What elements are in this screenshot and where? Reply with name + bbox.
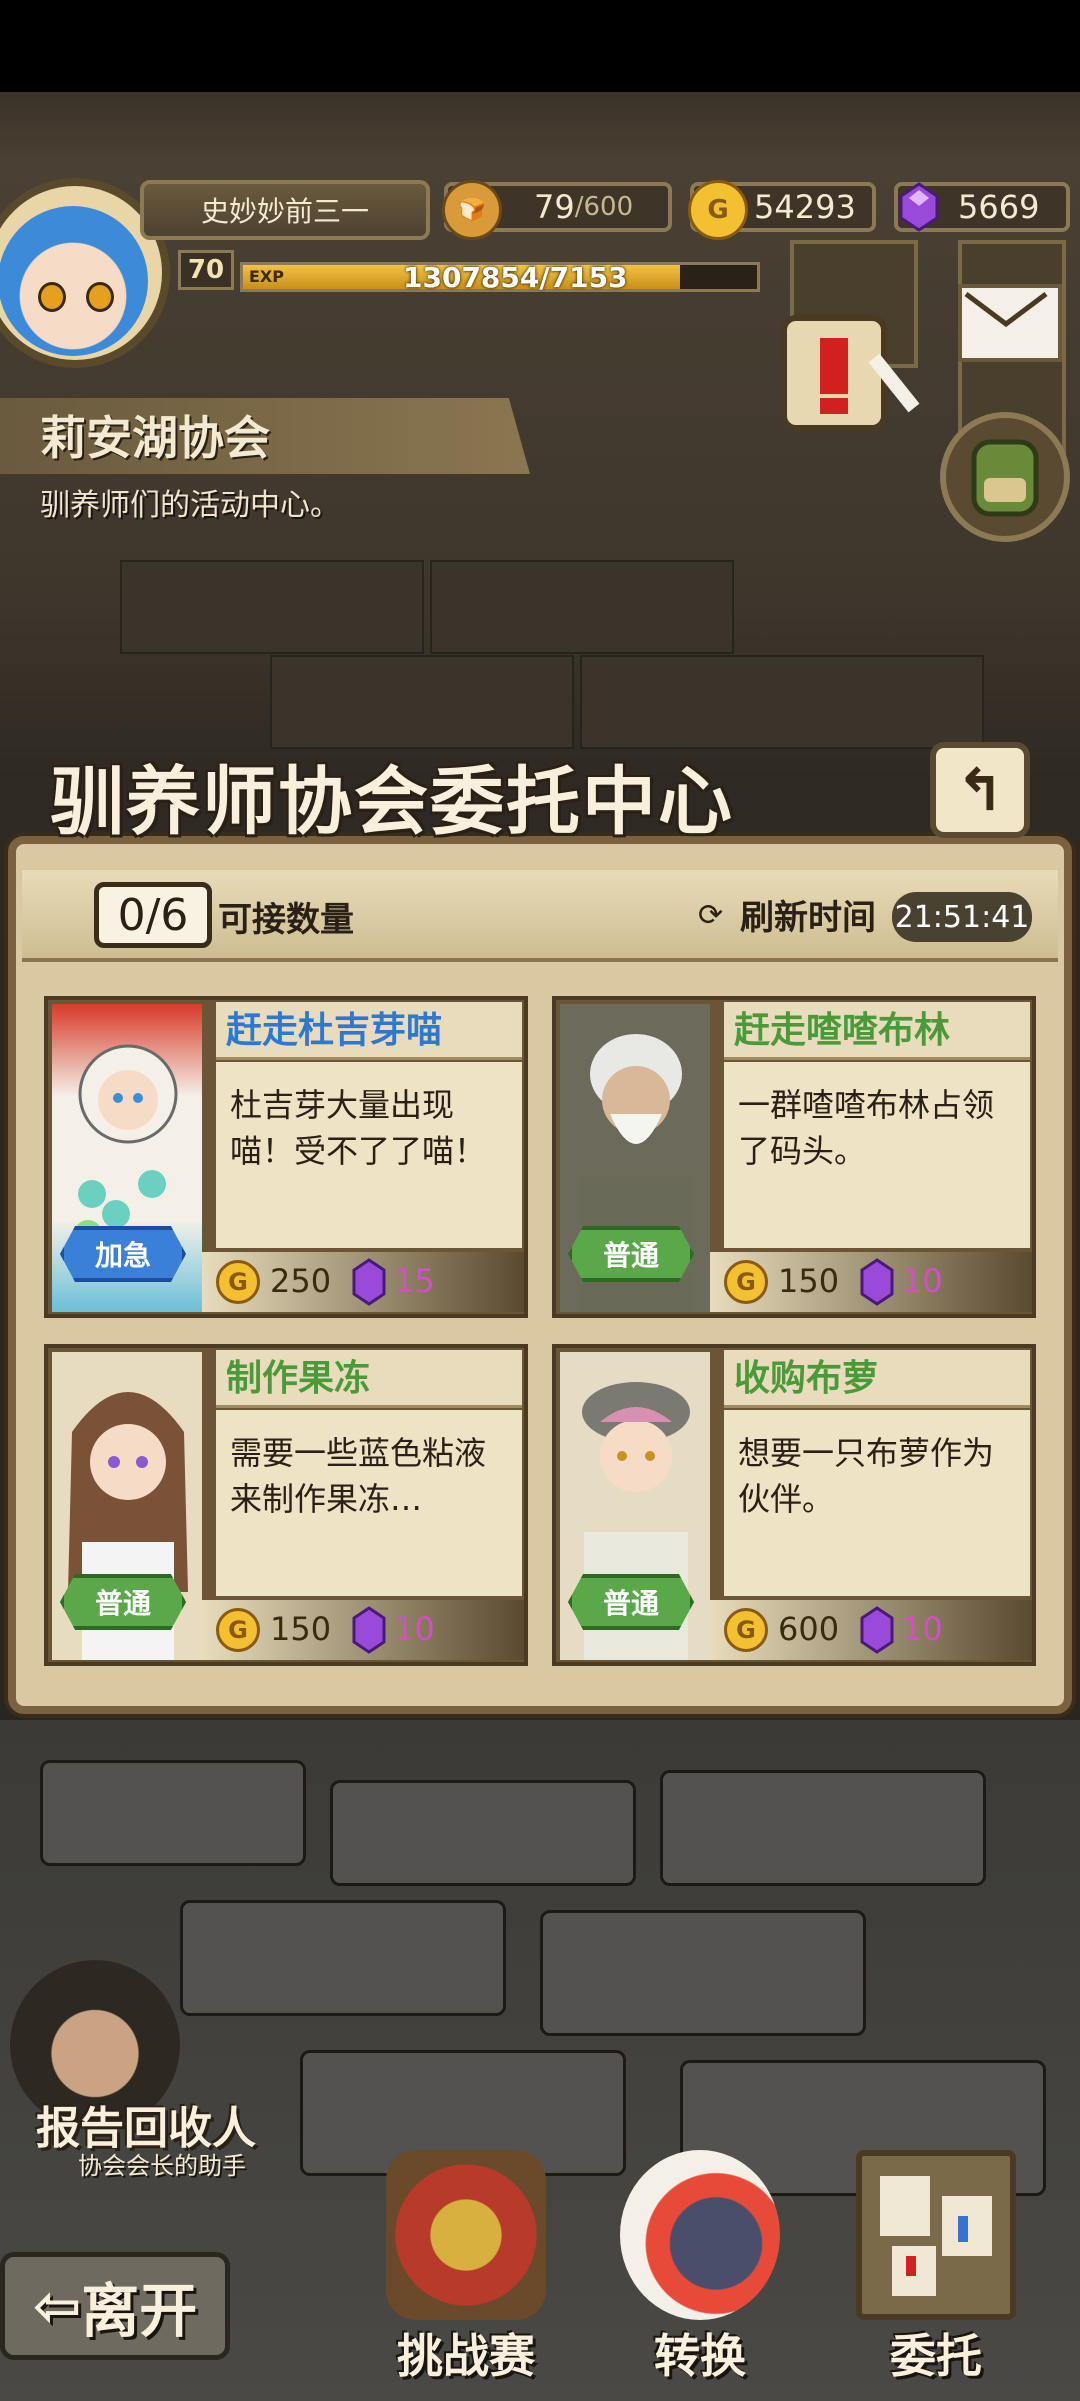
report-npc-subtitle: 协会会长的助手 xyxy=(78,2152,246,2180)
exp-text: 1307854/7153 xyxy=(403,261,628,294)
panel-title: 驯养师协会委托中心 xyxy=(50,759,734,845)
commission-card[interactable]: 普通 收购布萝 想要一只布萝作为伙伴。 G 600 10 xyxy=(552,1344,1036,1666)
client-portrait: 加急 xyxy=(52,1004,202,1312)
card-title: 制作果冻 xyxy=(216,1350,522,1408)
reward-gold: 150 xyxy=(778,1262,840,1300)
purple-gem-icon xyxy=(352,1606,386,1654)
leave-label: 离开 xyxy=(81,2277,198,2345)
card-reward: G 600 10 xyxy=(710,1600,1032,1660)
exp-tag: EXP xyxy=(249,267,284,286)
backpack-icon[interactable] xyxy=(940,412,1070,542)
gold-coin-icon: G xyxy=(724,1608,768,1652)
floor-stone xyxy=(660,1770,986,1886)
location-title: 莉安湖协会 xyxy=(40,411,270,465)
reward-gems: 10 xyxy=(394,1610,435,1648)
challenge-label: 挑战赛 xyxy=(397,2329,535,2383)
reward-gold: 600 xyxy=(778,1610,840,1648)
floor-stone xyxy=(40,1760,306,1866)
card-title: 赶走喳喳布林 xyxy=(724,1002,1030,1060)
floor-stone xyxy=(540,1910,866,2036)
client-portrait: 普通 xyxy=(52,1352,202,1660)
reward-gems: 10 xyxy=(902,1262,943,1300)
commission-label: 委托 xyxy=(890,2329,982,2383)
reward-gems: 10 xyxy=(902,1610,943,1648)
gold-coin-icon: G xyxy=(688,180,748,240)
commission-card[interactable]: 普通 制作果冻 需要一些蓝色粘液来制作果冻… G 150 10 xyxy=(44,1344,528,1666)
floor-stone xyxy=(330,1780,636,1886)
card-title: 收购布萝 xyxy=(724,1350,1030,1408)
gold-coin-icon: G xyxy=(216,1260,260,1304)
card-description: 需要一些蓝色粘液来制作果冻… xyxy=(216,1410,522,1596)
commission-button[interactable]: 委托 xyxy=(846,2150,1026,2383)
wall-brick xyxy=(270,655,574,749)
card-description: 想要一只布萝作为伙伴。 xyxy=(724,1410,1030,1596)
card-description: 杜吉芽大量出现喵！受不了了喵！ xyxy=(216,1062,522,1248)
commission-card[interactable]: 加急 赶走杜吉芽喵 杜吉芽大量出现喵！受不了了喵！ G 250 15 xyxy=(44,996,528,1318)
gold-counter[interactable]: G 54293 xyxy=(688,180,876,240)
client-portrait: 普通 xyxy=(560,1352,710,1660)
stamina-counter[interactable]: 🍞 79/600 xyxy=(442,180,672,240)
accept-count: 0/6 xyxy=(94,882,212,948)
purple-gem-icon xyxy=(892,180,946,234)
avatar-face xyxy=(0,206,148,356)
floor-stone xyxy=(180,1900,506,2016)
avatar-eye xyxy=(86,282,114,312)
normal-tag: 普通 xyxy=(60,1574,186,1630)
wall-brick xyxy=(430,560,734,654)
card-reward: G 250 15 xyxy=(202,1252,524,1312)
convert-button[interactable]: 转换 xyxy=(610,2150,790,2383)
purple-gem-icon xyxy=(352,1258,386,1306)
refresh-time: 21:51:41 xyxy=(892,892,1032,942)
reward-gems: 15 xyxy=(394,1262,435,1300)
normal-tag: 普通 xyxy=(568,1226,694,1282)
back-button[interactable]: ↰ xyxy=(930,742,1030,838)
gold-coin-icon: G xyxy=(216,1608,260,1652)
left-arrow-icon: ⇦ xyxy=(32,2272,82,2340)
card-description: 一群喳喳布林占领了码头。 xyxy=(724,1062,1030,1248)
back-arrow-icon: ↰ xyxy=(955,756,1005,824)
refresh-label: 刷新时间 xyxy=(740,898,876,938)
challenge-button[interactable]: 挑战赛 xyxy=(376,2150,556,2383)
gem-value: 5669 xyxy=(958,188,1040,226)
purple-gem-icon xyxy=(860,1606,894,1654)
gold-coin-icon: G xyxy=(724,1260,768,1304)
location-description: 驯养师们的活动中心。 xyxy=(40,488,340,523)
quest-scroll-icon[interactable] xyxy=(764,298,924,448)
purple-gem-icon xyxy=(860,1258,894,1306)
card-reward: G 150 10 xyxy=(710,1252,1032,1312)
bread-stamina-icon: 🍞 xyxy=(442,180,502,240)
refresh-icon[interactable]: ⟳ xyxy=(698,898,723,933)
convert-label: 转换 xyxy=(654,2329,746,2383)
gold-value: 54293 xyxy=(754,188,856,226)
notice-board-icon xyxy=(856,2150,1016,2320)
urgent-tag: 加急 xyxy=(60,1226,186,1282)
leave-button[interactable]: ⇦ 离开 xyxy=(0,2252,230,2360)
exp-bar: EXP 1307854/7153 xyxy=(240,261,760,294)
wall-brick xyxy=(120,560,424,654)
mail-envelope-icon[interactable] xyxy=(958,284,1062,362)
normal-tag: 普通 xyxy=(568,1574,694,1630)
avatar-eye xyxy=(38,282,66,312)
player-name: 史妙妙前三一 xyxy=(140,180,430,240)
shield-swords-icon xyxy=(386,2150,546,2320)
player-level: 70 xyxy=(178,250,234,290)
stamina-max: /600 xyxy=(574,192,634,222)
client-portrait: 普通 xyxy=(560,1004,710,1312)
card-reward: G 150 10 xyxy=(202,1600,524,1660)
gem-counter[interactable]: 5669 xyxy=(894,182,1070,232)
card-title: 赶走杜吉芽喵 xyxy=(216,1002,522,1060)
accept-count-label: 可接数量 xyxy=(218,900,354,940)
wall-brick xyxy=(580,655,984,749)
reward-gold: 150 xyxy=(270,1610,332,1648)
reward-gold: 250 xyxy=(270,1262,332,1300)
convert-monsters-icon xyxy=(620,2150,780,2320)
commission-card[interactable]: 普通 赶走喳喳布林 一群喳喳布林占领了码头。 G 150 10 xyxy=(552,996,1036,1318)
stamina-value: 79 xyxy=(534,188,575,226)
